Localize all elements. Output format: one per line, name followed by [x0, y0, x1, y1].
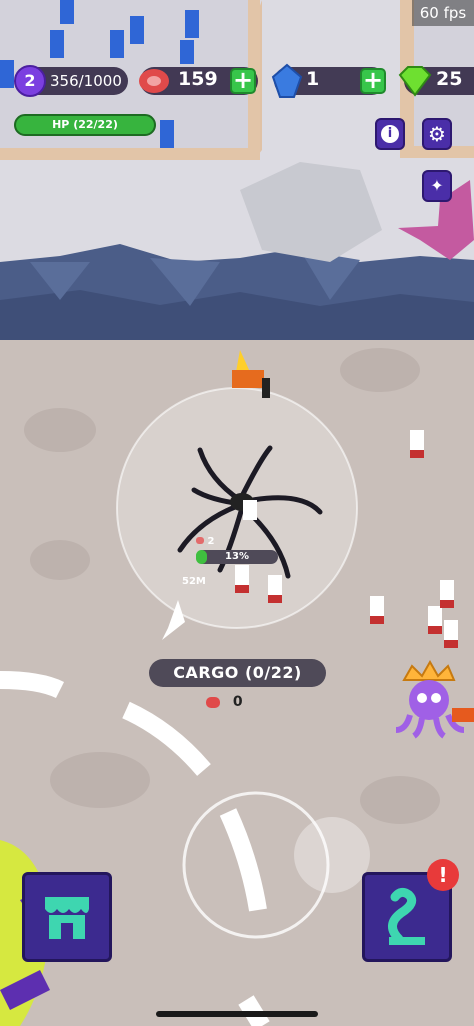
- carried-meat: 2: [196, 536, 214, 547]
- fps-counter: 60 fps: [412, 0, 474, 26]
- distance-value: 52M: [182, 576, 206, 587]
- gems-value: 25: [436, 68, 463, 90]
- add-crystal-button[interactable]: +: [360, 68, 386, 94]
- blue-crystal-icon: [271, 63, 303, 98]
- meat-icon: [196, 537, 204, 544]
- gems-pill: 25: [398, 66, 474, 97]
- hp-bar: HP (22/22): [14, 114, 156, 136]
- info-icon: i: [381, 125, 399, 143]
- distance-label: 52M: [182, 576, 206, 587]
- carried-meat-count: 2: [207, 536, 215, 547]
- xp-pill: 2 356/1000: [14, 65, 128, 97]
- add-meat-button[interactable]: +: [230, 68, 256, 94]
- alert-badge: !: [427, 859, 459, 891]
- meat-value: 159: [178, 68, 218, 90]
- xp-value: 356/1000: [50, 72, 122, 90]
- vibration-button[interactable]: ✦: [422, 170, 452, 202]
- gear-icon: ⚙: [428, 122, 446, 146]
- hunt-progress-bar: 13%: [196, 550, 278, 564]
- meat-icon: [206, 696, 220, 708]
- shop-icon: [45, 897, 89, 939]
- home-indicator: [156, 1011, 318, 1017]
- meat-icon: [139, 69, 169, 93]
- green-gem-icon: [398, 66, 432, 97]
- info-button[interactable]: i: [375, 118, 405, 150]
- cargo-meat: 0: [206, 694, 243, 710]
- shop-button[interactable]: [22, 872, 112, 962]
- crystal-value: 1: [306, 68, 320, 90]
- cargo-label: CARGO (0/22): [149, 659, 326, 687]
- vibration-icon: ✦: [430, 176, 444, 195]
- cargo-meat-count: 0: [232, 694, 243, 710]
- settings-button[interactable]: ⚙: [422, 118, 452, 150]
- rival-king-icon[interactable]: [392, 660, 474, 740]
- level-badge: 2: [14, 65, 46, 97]
- hunt-progress-label: 13%: [225, 551, 249, 562]
